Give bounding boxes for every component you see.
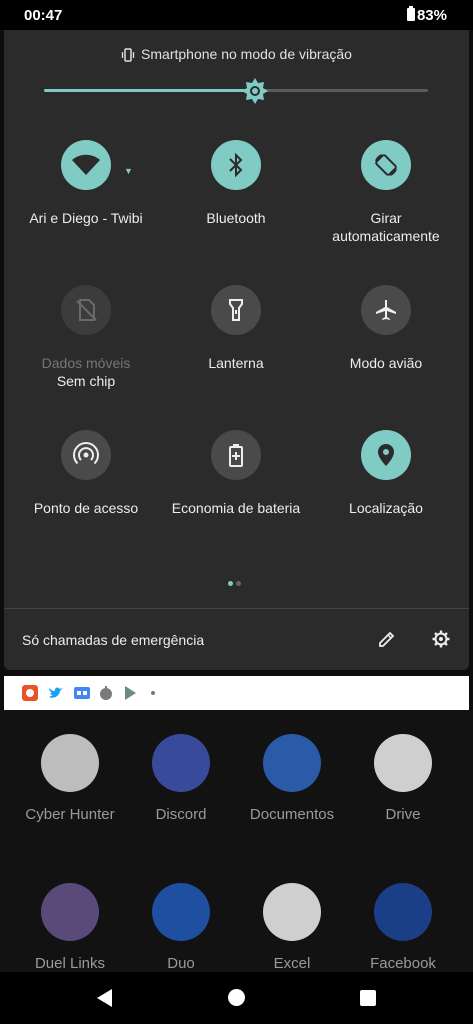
duel-links-icon xyxy=(41,883,99,941)
facebook-icon xyxy=(374,883,432,941)
rotate-tile-circle xyxy=(361,140,411,190)
tile-label: Economia de bateria xyxy=(171,500,301,516)
app-label: Facebook xyxy=(370,955,436,972)
flashlight-tile-circle xyxy=(211,285,261,335)
emergency-calls-text: Só chamadas de emergência xyxy=(22,632,205,648)
tile-bluetooth[interactable]: Bluetooth xyxy=(161,140,311,226)
app-facebook[interactable]: Facebook xyxy=(348,883,458,972)
app-notification-icon xyxy=(100,686,112,700)
home-icon[interactable] xyxy=(228,989,245,1006)
airplane-tile-circle xyxy=(361,285,411,335)
bluetooth-tile-circle xyxy=(211,140,261,190)
tile-label: Ponto de acesso xyxy=(33,500,139,516)
app-cyber-hunter[interactable]: Cyber Hunter xyxy=(15,734,125,823)
recent-apps-icon[interactable] xyxy=(360,990,376,1006)
edit-icon[interactable] xyxy=(378,630,396,648)
tile-label: Dados móveis xyxy=(41,355,131,371)
tile-mobile-data[interactable]: Dados móveis Sem chip xyxy=(11,285,161,391)
tile-label: Ari e Diego - Twibi xyxy=(29,210,143,226)
app-label: Cyber Hunter xyxy=(25,806,115,823)
quick-settings-panel: Smartphone no modo de vibração ▼ Ari e D… xyxy=(4,30,469,670)
mobile-data-tile-circle xyxy=(61,285,111,335)
app-duel-links[interactable]: Duel Links xyxy=(15,883,125,972)
docs-icon xyxy=(263,734,321,792)
page-dot-active xyxy=(228,581,233,586)
notification-strip[interactable] xyxy=(4,676,469,710)
auto-rotate-icon xyxy=(375,154,397,176)
app-discord[interactable]: Discord xyxy=(126,734,236,823)
location-tile-circle xyxy=(361,430,411,480)
brightness-fill xyxy=(44,89,256,92)
page-indicator xyxy=(228,573,244,591)
tile-auto-rotate[interactable]: Girar automaticamente xyxy=(311,140,461,246)
tile-wifi[interactable]: ▼ Ari e Diego - Twibi xyxy=(11,140,161,226)
app-label: Duel Links xyxy=(34,955,106,972)
no-sim-icon xyxy=(76,299,97,321)
page-dot xyxy=(236,581,241,586)
play-store-icon xyxy=(125,686,136,700)
gear-icon[interactable] xyxy=(432,630,450,648)
bluetooth-icon xyxy=(229,153,243,177)
back-icon[interactable] xyxy=(97,989,112,1007)
app-label: Documentos xyxy=(249,806,335,823)
tile-label: Bluetooth xyxy=(206,210,266,226)
brightness-slider[interactable] xyxy=(44,89,428,92)
brightness-icon[interactable] xyxy=(240,76,270,106)
airplane-icon xyxy=(376,300,396,320)
tile-label-secondary: automaticamente xyxy=(332,228,440,244)
tile-label-secondary: Sem chip xyxy=(56,373,116,389)
app-excel[interactable]: Excel xyxy=(237,883,347,972)
duo-icon xyxy=(152,883,210,941)
tile-hotspot[interactable]: Ponto de acesso xyxy=(11,430,161,516)
hotspot-icon xyxy=(73,442,99,465)
battery-percent: 83% xyxy=(416,7,447,24)
divider xyxy=(4,608,469,609)
tile-label: Lanterna xyxy=(208,355,264,371)
tile-label: Modo avião xyxy=(349,355,423,371)
wifi-icon xyxy=(72,154,100,175)
app-label: Duo xyxy=(167,955,195,972)
tile-location[interactable]: Localização xyxy=(311,430,461,516)
more-dot-icon xyxy=(151,691,155,695)
wifi-tile-circle xyxy=(61,140,111,190)
tile-battery-saver[interactable]: Economia de bateria xyxy=(161,430,311,516)
vibrate-icon xyxy=(121,48,135,63)
tile-label: Localização xyxy=(349,500,423,516)
cyber-hunter-icon xyxy=(41,734,99,792)
chevron-down-icon[interactable]: ▼ xyxy=(124,166,133,176)
discord-icon xyxy=(152,734,210,792)
drive-icon xyxy=(374,734,432,792)
tile-label: Girar xyxy=(370,210,402,226)
app-documentos[interactable]: Documentos xyxy=(237,734,347,823)
ringer-text: Smartphone no modo de vibração xyxy=(141,46,352,62)
app-label: Excel xyxy=(273,955,311,972)
battery-saver-icon xyxy=(229,444,243,467)
status-time: 00:47 xyxy=(24,7,63,24)
twitter-icon xyxy=(49,687,63,698)
tile-airplane[interactable]: Modo avião xyxy=(311,285,461,371)
battery-icon xyxy=(407,6,415,21)
location-icon xyxy=(378,444,394,466)
status-bar: 00:47 83% xyxy=(0,0,473,30)
tile-flashlight[interactable]: Lanterna xyxy=(161,285,311,371)
translate-icon xyxy=(74,687,90,699)
app-duo[interactable]: Duo xyxy=(126,883,236,972)
excel-icon xyxy=(263,883,321,941)
hotspot-tile-circle xyxy=(61,430,111,480)
flashlight-icon xyxy=(229,299,243,321)
app-label: Discord xyxy=(155,806,207,823)
app-drive[interactable]: Drive xyxy=(348,734,458,823)
app-label: Drive xyxy=(385,806,421,823)
battery-saver-tile-circle xyxy=(211,430,261,480)
app-notification-icon xyxy=(22,685,38,701)
navigation-bar xyxy=(0,972,473,1024)
app-drawer: Cyber Hunter Discord Documentos Drive Du… xyxy=(0,710,473,972)
ringer-status[interactable]: Smartphone no modo de vibração xyxy=(4,46,469,63)
